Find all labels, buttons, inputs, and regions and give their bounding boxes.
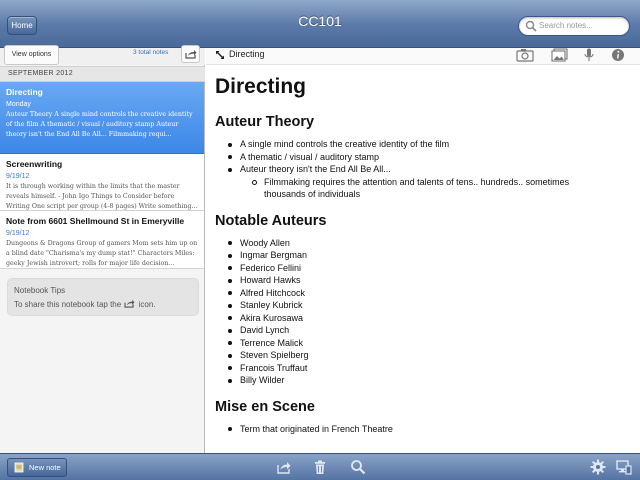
list-item: Alfred Hitchcock <box>215 287 630 300</box>
search-input[interactable]: Search notes... <box>518 16 630 36</box>
list-item: Terrence Malick <box>215 337 630 350</box>
list-item: A thematic / visual / auditory stamp <box>215 151 630 164</box>
note-item-snippet: Auteur Theory A single mind controls the… <box>6 111 193 138</box>
notebook-tips: Notebook Tips To share this notebook tap… <box>7 278 199 316</box>
top-bar: Home CC101 Search notes... <box>0 0 640 48</box>
search-icon <box>525 20 537 32</box>
tips-title: Notebook Tips <box>14 286 66 295</box>
section-heading-auteur-theory: Auteur Theory <box>215 114 315 130</box>
list-item: Howard Hawks <box>215 274 630 287</box>
bottom-toolbar: New note <box>0 453 640 480</box>
list-item: Francois Truffaut <box>215 362 630 375</box>
note-item-title: Note from 6601 Shellmound St in Emeryvil… <box>6 216 185 226</box>
note-body[interactable]: Directing Auteur Theory A single mind co… <box>215 72 630 435</box>
info-icon[interactable] <box>609 48 627 62</box>
list-item: Ingmar Bergman <box>215 249 630 262</box>
share-icon <box>124 299 135 308</box>
notable-auteurs-list: Woody Allen Ingmar Bergman Federico Fell… <box>215 237 630 387</box>
note-item-title: Screenwriting <box>6 159 63 169</box>
tips-text-after: icon. <box>138 300 156 309</box>
view-options-button[interactable]: View options <box>4 45 59 65</box>
auteur-theory-sublist: Filmmaking requires the attention and ta… <box>215 176 630 201</box>
sync-icon[interactable] <box>616 459 632 475</box>
sub-list-item: Filmmaking requires the attention and ta… <box>215 176 630 201</box>
notebook-title: CC101 <box>298 13 342 29</box>
note-list-item[interactable]: Screenwriting 9/19/12 It is through work… <box>0 154 204 211</box>
new-note-button[interactable]: New note <box>7 458 67 477</box>
list-item: Billy Wilder <box>215 374 630 387</box>
search-icon[interactable] <box>350 459 366 475</box>
new-note-icon <box>14 462 24 473</box>
auteur-theory-list: A single mind controls the creative iden… <box>215 138 630 176</box>
section-header-month: SEPTEMBER 2012 <box>0 66 205 82</box>
list-item: Steven Spielberg <box>215 349 630 362</box>
note-item-title: Directing <box>6 87 43 97</box>
expand-icon[interactable] <box>215 50 225 60</box>
note-item-date: 9/19/12 <box>6 173 30 180</box>
note-heading: Directing <box>215 75 307 98</box>
share-icon <box>185 50 197 59</box>
list-item: Woody Allen <box>215 237 630 250</box>
list-item: Akira Kurosawa <box>215 312 630 325</box>
total-notes-count: 3 total notes <box>133 49 169 56</box>
gear-icon[interactable] <box>590 459 606 475</box>
microphone-icon[interactable] <box>580 48 598 62</box>
mise-en-scene-list: Term that originated in French Theatre <box>215 423 630 436</box>
tips-text: To share this notebook tap the icon. <box>14 299 198 310</box>
editor-note-title: Directing <box>229 49 265 59</box>
camera-icon[interactable] <box>516 48 534 62</box>
list-item: Auteur theory isn't the End All Be All..… <box>215 163 630 176</box>
editor-toolbar: Directing <box>206 48 640 65</box>
notes-list-toolbar: View options 3 total notes <box>0 45 205 65</box>
section-heading-mise-en-scene: Mise en Scene <box>215 398 315 415</box>
home-button[interactable]: Home <box>7 16 37 35</box>
note-item-snippet: It is through working within the limits … <box>6 183 198 210</box>
note-list-item[interactable]: Note from 6601 Shellmound St in Emeryvil… <box>0 211 204 269</box>
share-notebook-button[interactable] <box>181 45 200 63</box>
trash-icon[interactable] <box>312 459 328 475</box>
list-item: Federico Fellini <box>215 262 630 275</box>
list-item: Term that originated in French Theatre <box>215 423 630 436</box>
list-item: A single mind controls the creative iden… <box>215 138 630 151</box>
new-note-label: New note <box>29 463 61 472</box>
share-icon[interactable] <box>276 459 292 475</box>
note-item-snippet: Dungeons & Dragons Group of gamers Mom s… <box>6 240 198 267</box>
note-list-item[interactable]: Directing Monday Auteur Theory A single … <box>0 82 204 154</box>
note-item-date: Monday <box>6 101 31 108</box>
list-item: Stanley Kubrick <box>215 299 630 312</box>
list-item: David Lynch <box>215 324 630 337</box>
note-item-date: 9/19/12 <box>6 230 30 237</box>
notes-list-pane: View options 3 total notes SEPTEMBER 201… <box>0 45 205 453</box>
search-placeholder: Search notes... <box>539 21 593 30</box>
section-heading-notable-auteurs: Notable Auteurs <box>215 212 327 229</box>
note-editor-pane: Directing Directing Auteur Theory A sing… <box>206 48 640 453</box>
photo-library-icon[interactable] <box>551 48 569 62</box>
tips-text-before: To share this notebook tap the <box>14 300 122 309</box>
